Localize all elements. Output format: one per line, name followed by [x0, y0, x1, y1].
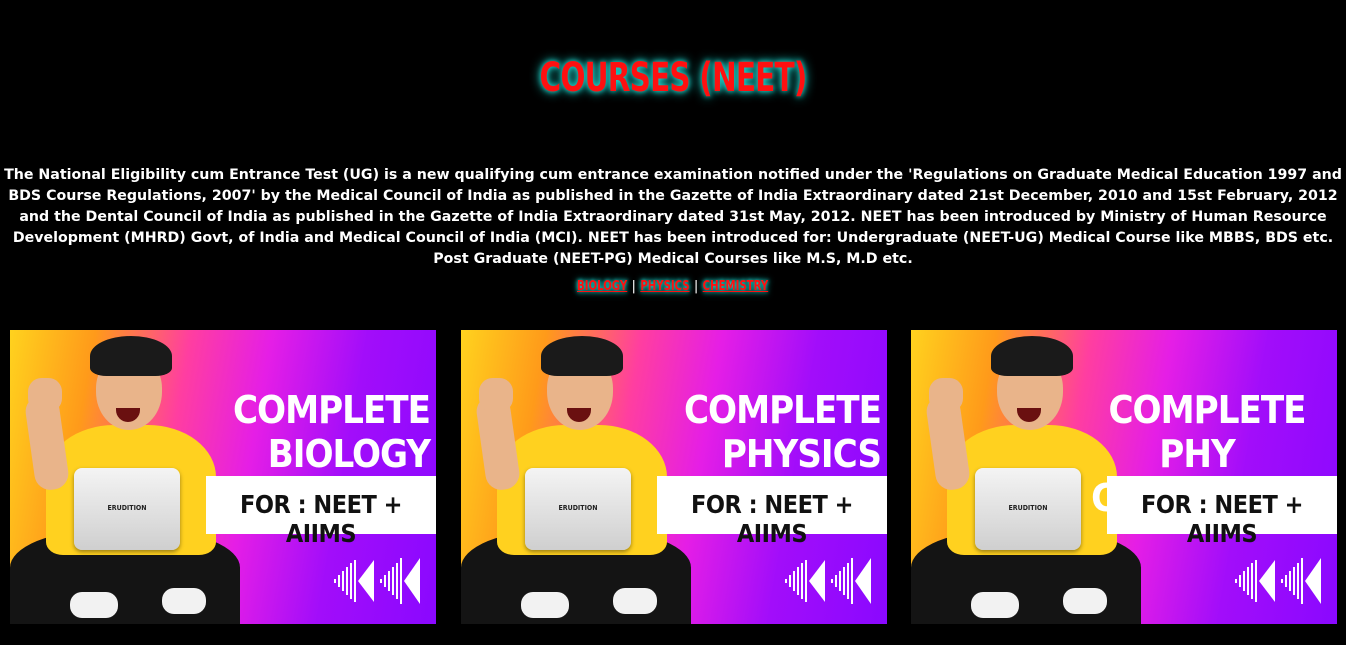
card-banner-text: FOR : NEET + AIIMS: [690, 490, 854, 548]
laptop: ERUDITION: [975, 468, 1081, 550]
card-heading-line1: COMPLETE: [1108, 388, 1306, 432]
card-banner: FOR : NEET + AIIMS: [206, 476, 436, 548]
nav-link-physics[interactable]: PHYSICS: [641, 279, 690, 294]
card-banner: FOR : NEET + AIIMS: [657, 476, 887, 548]
card-heading: COMPLETE PHYSICS: [641, 388, 882, 476]
laptop: ERUDITION: [74, 468, 180, 550]
card-heading-line1: COMPLETE: [232, 388, 431, 432]
page-title: COURSES (NEET): [539, 54, 807, 101]
card-heading: COMPLETE BIOLOGY: [190, 388, 431, 476]
nav-separator: |: [694, 279, 699, 294]
laptop-logo: ERUDITION: [1008, 504, 1048, 512]
nav-link-chemistry[interactable]: CHEMISTRY: [703, 279, 769, 294]
card-heading-line2: PHYSICS: [721, 432, 882, 476]
laptop-logo: ERUDITION: [107, 504, 147, 512]
rewind-icon: [334, 558, 420, 604]
card-banner-text: FOR : NEET + AIIMS: [1140, 490, 1304, 548]
course-card-biology[interactable]: ERUDITION COMPLETE BIOLOGY FOR : NEET + …: [10, 330, 436, 624]
laptop: ERUDITION: [525, 468, 631, 550]
course-card-chemistry[interactable]: ERUDITION COMPLETE PHY CHEMISTRY FOR : N…: [911, 330, 1337, 624]
card-banner-text: FOR : NEET + AIIMS: [239, 490, 403, 548]
intro-paragraph: The National Eligibility cum Entrance Te…: [4, 167, 1342, 268]
nav-link-biology[interactable]: BIOLOGY: [577, 279, 627, 294]
laptop-logo: ERUDITION: [558, 504, 598, 512]
card-heading-line2: BIOLOGY: [267, 432, 431, 476]
rewind-icon: [785, 558, 871, 604]
card-heading-line1: COMPLETE: [683, 388, 882, 432]
subject-nav: BIOLOGY | PHYSICS | CHEMISTRY: [0, 279, 1346, 294]
course-card-physics[interactable]: ERUDITION COMPLETE PHYSICS FOR : NEET + …: [461, 330, 887, 624]
nav-separator: |: [632, 279, 637, 294]
rewind-icon: [1235, 558, 1321, 604]
card-banner: FOR : NEET + AIIMS: [1107, 476, 1337, 548]
